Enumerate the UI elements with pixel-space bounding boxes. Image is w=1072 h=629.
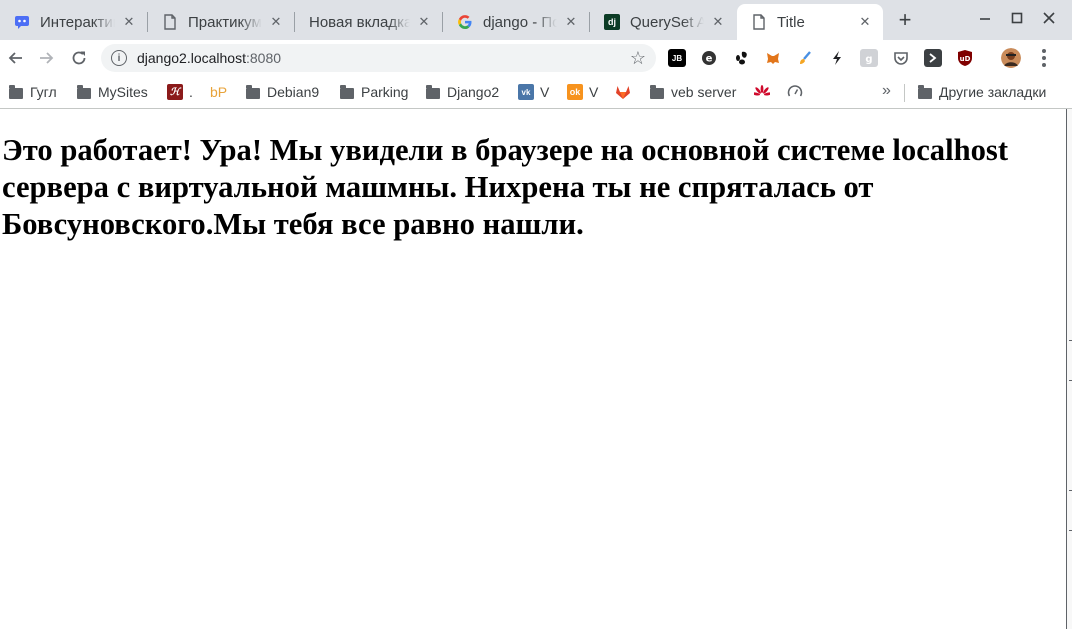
avatar-icon[interactable] <box>1001 48 1021 68</box>
bookmark-folder-debian9[interactable]: Debian9 <box>245 82 319 102</box>
bookmark-huawei[interactable] <box>754 82 776 102</box>
tab-queryset-api[interactable]: dj QuerySet API ✕ <box>590 4 736 40</box>
tab-practicum[interactable]: Практикум по ✕ <box>148 4 294 40</box>
folder-icon <box>917 84 933 100</box>
huawei-icon <box>754 84 770 100</box>
tab-title: Title <box>777 13 805 31</box>
close-tab-icon[interactable]: ✕ <box>268 14 284 30</box>
svg-text:e: e <box>706 54 713 65</box>
tab-new-tab[interactable]: Новая вкладка ✕ <box>295 4 442 40</box>
speedometer-icon <box>787 84 803 100</box>
gnome-icon[interactable] <box>732 49 750 67</box>
bookmark-ok[interactable]: ok V <box>567 82 598 102</box>
odnoklassniki-icon: ok <box>567 84 583 100</box>
close-tab-icon[interactable]: ✕ <box>857 14 873 30</box>
bookmark-folder-other[interactable]: Другие закладки <box>917 82 1046 102</box>
close-tab-icon[interactable]: ✕ <box>121 14 137 30</box>
assistant-icon <box>14 14 30 30</box>
window-edge <box>1066 109 1072 629</box>
bookmarks-bar: Гугл MySites ℋ . bP Debian9 Parking Djan… <box>0 76 1072 109</box>
url-text: django2.localhost:8080 <box>137 50 282 66</box>
pocket-icon[interactable] <box>892 49 910 67</box>
site-icon: ℋ <box>167 84 183 100</box>
bookmark-label: bP <box>210 84 228 100</box>
folder-icon <box>649 84 665 100</box>
bookmark-bp[interactable]: bP <box>210 82 227 102</box>
folder-icon <box>339 84 355 100</box>
back-button[interactable] <box>3 46 27 70</box>
forward-button[interactable] <box>35 46 59 70</box>
info-icon[interactable]: i <box>111 50 127 66</box>
brush-icon[interactable] <box>796 49 814 67</box>
tab-title: Интерактивная <box>40 13 115 31</box>
close-tab-icon[interactable]: ✕ <box>710 14 726 30</box>
tab-title: Новая вкладка <box>309 13 410 31</box>
menu-icon[interactable] <box>1036 46 1052 70</box>
bookmark-label: V <box>540 84 550 100</box>
jetbrains-icon[interactable]: JB <box>668 49 686 67</box>
bookmark-label: MySites <box>98 84 148 100</box>
gitlab-icon <box>615 84 631 100</box>
bookmark-label: Debian9 <box>267 84 320 100</box>
grey-extension-icon[interactable]: g <box>860 49 878 67</box>
bookmark-folder-mysites[interactable]: MySites <box>76 82 148 102</box>
bookmark-label: Другие закладки <box>939 84 1047 100</box>
tab-django-search[interactable]: django - Поиск в ✕ <box>443 4 589 40</box>
bookmark-vk[interactable]: vk V <box>518 82 549 102</box>
bookmark-folder-gugl[interactable]: Гугл <box>8 82 57 102</box>
tab-interactive[interactable]: Интерактивная ✕ <box>0 4 147 40</box>
svg-text:g: g <box>865 54 872 64</box>
toolbar: i django2.localhost:8080 ☆ JB e g uD <box>0 40 1072 76</box>
ghostery-icon[interactable]: e <box>700 49 718 67</box>
close-window-icon[interactable] <box>1037 6 1061 30</box>
bookmark-label: . <box>189 84 193 100</box>
django-icon: dj <box>604 14 620 30</box>
bookmark-divider <box>904 84 905 102</box>
folder-icon <box>425 84 441 100</box>
folder-icon <box>76 84 92 100</box>
more-bookmarks-icon[interactable]: » <box>882 82 891 100</box>
document-icon <box>162 14 178 30</box>
bookmark-label: V <box>589 84 599 100</box>
tab-title: django - Поиск в <box>483 13 557 31</box>
bookmark-label: veb server <box>671 84 737 100</box>
terminal-icon[interactable] <box>924 49 942 67</box>
bookmark-site[interactable]: ℋ . <box>167 82 193 102</box>
address-bar[interactable]: i django2.localhost:8080 ☆ <box>101 44 656 72</box>
folder-icon <box>8 84 24 100</box>
bookmark-folder-parking[interactable]: Parking <box>339 82 408 102</box>
bookmark-folder-django2[interactable]: Django2 <box>425 82 499 102</box>
folder-icon <box>245 84 261 100</box>
bookmark-folder-veb-server[interactable]: veb server <box>649 82 736 102</box>
reload-button[interactable] <box>67 46 91 70</box>
page-heading: Это работает! Ура! Мы увидели в браузере… <box>2 133 1009 241</box>
maximize-icon[interactable] <box>1005 6 1029 30</box>
tab-title-active[interactable]: Title ✕ <box>737 4 883 40</box>
tab-title: QuerySet API <box>630 13 704 31</box>
vk-icon: vk <box>518 84 534 100</box>
bookmark-speed[interactable] <box>787 82 809 102</box>
bookmark-label: Django2 <box>447 84 500 100</box>
close-tab-icon[interactable]: ✕ <box>416 14 432 30</box>
document-icon <box>751 14 767 30</box>
bookmark-label: Гугл <box>30 84 57 100</box>
page-content: Это работает! Ура! Мы увидели в браузере… <box>0 109 1066 629</box>
bookmark-gitlab[interactable] <box>615 82 637 102</box>
tab-title: Практикум по <box>188 13 262 31</box>
metamask-icon[interactable] <box>764 49 782 67</box>
minimize-icon[interactable] <box>973 6 997 30</box>
bookmark-star-icon[interactable]: ☆ <box>630 48 646 69</box>
bookmark-label: Parking <box>361 84 409 100</box>
google-icon <box>457 14 473 30</box>
lightning-icon[interactable] <box>828 49 846 67</box>
svg-text:uD: uD <box>960 55 971 63</box>
close-tab-icon[interactable]: ✕ <box>563 14 579 30</box>
new-tab-icon[interactable]: + <box>893 7 917 32</box>
tab-strip: Интерактивная ✕ Практикум по ✕ Новая вкл… <box>0 0 1072 40</box>
ublock-icon[interactable]: uD <box>956 49 974 67</box>
